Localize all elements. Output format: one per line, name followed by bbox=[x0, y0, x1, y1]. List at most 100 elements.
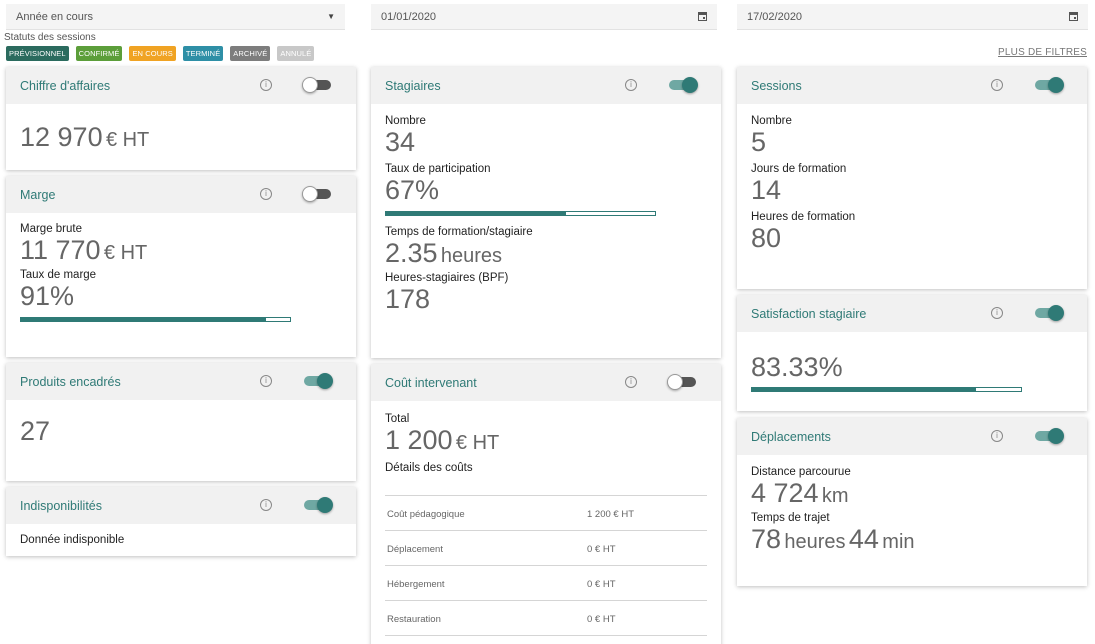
status-chip-annule[interactable]: ANNULÉ bbox=[277, 46, 315, 61]
status-chip-confirme[interactable]: CONFIRMÉ bbox=[75, 46, 123, 61]
card-title: Sessions bbox=[751, 79, 802, 93]
cost-name: Coût pédagogique bbox=[387, 509, 465, 520]
card-header: Satisfaction stagiaire i bbox=[737, 295, 1087, 332]
status-chip-archive[interactable]: ARCHIVÉ bbox=[230, 46, 271, 61]
info-icon[interactable]: i bbox=[991, 430, 1003, 442]
calendar-icon[interactable] bbox=[1069, 10, 1078, 22]
jours-formation-label: Jours de formation bbox=[751, 163, 847, 175]
calendar-icon[interactable] bbox=[698, 10, 707, 22]
card-toggle[interactable] bbox=[1035, 305, 1064, 321]
status-chip-termine[interactable]: TERMINÉ bbox=[182, 46, 224, 61]
cost-value: 0 € HT bbox=[587, 614, 616, 625]
cost-value: 0 € HT bbox=[587, 579, 616, 590]
end-date-input[interactable]: 17/02/2020 bbox=[737, 4, 1088, 30]
card-toggle[interactable] bbox=[669, 77, 698, 93]
satisfaction-progress bbox=[751, 387, 1022, 392]
temps-formation-label: Temps de formation/stagiaire bbox=[385, 226, 533, 238]
card-header: Stagiaires i bbox=[371, 67, 721, 104]
trajet-hours-value: 78 bbox=[751, 524, 782, 554]
period-select[interactable]: Année en cours ▼ bbox=[6, 4, 345, 30]
heures-formation-value: 80 bbox=[751, 223, 782, 253]
card-toggle[interactable] bbox=[302, 77, 331, 93]
card-header: Indisponibilités i bbox=[6, 487, 356, 524]
distance-unit: km bbox=[821, 485, 849, 507]
card-title: Satisfaction stagiaire bbox=[751, 307, 867, 321]
cout-total-value: 1 200 bbox=[385, 425, 453, 455]
jours-formation-value: 14 bbox=[751, 175, 782, 205]
info-icon[interactable]: i bbox=[991, 307, 1003, 319]
card-toggle[interactable] bbox=[1035, 77, 1064, 93]
dropdown-arrow-icon: ▼ bbox=[327, 12, 335, 21]
card-marge: Marge i Marge brute 11 770 € HT Taux de … bbox=[6, 176, 356, 357]
trajet-label: Temps de trajet bbox=[751, 512, 830, 524]
start-date-input[interactable]: 01/01/2020 bbox=[371, 4, 717, 30]
satisfaction-value: 83.33% bbox=[751, 352, 843, 382]
cost-value: 0 € HT bbox=[587, 544, 616, 555]
card-header: Déplacements i bbox=[737, 418, 1087, 455]
card-toggle[interactable] bbox=[1035, 428, 1064, 444]
period-select-value: Année en cours bbox=[16, 11, 94, 23]
card-toggle[interactable] bbox=[304, 373, 333, 389]
taux-participation-progress bbox=[385, 211, 656, 216]
taux-participation-label: Taux de participation bbox=[385, 163, 491, 175]
card-toggle[interactable] bbox=[304, 497, 333, 513]
card-header: Produits encadrés i bbox=[6, 363, 356, 400]
card-header: Sessions i bbox=[737, 67, 1087, 104]
info-icon[interactable]: i bbox=[991, 79, 1003, 91]
stagiaires-nombre-label: Nombre bbox=[385, 115, 426, 127]
status-chip-en-cours[interactable]: EN COURS bbox=[129, 46, 176, 61]
card-title: Coût intervenant bbox=[385, 376, 477, 390]
cost-details-table: Coût pédagogique 1 200 € HT Déplacement 0 … bbox=[385, 495, 707, 637]
card-stagiaires: Stagiaires i Nombre 34 Taux de participa… bbox=[371, 67, 721, 358]
temps-formation-value: 2.35 bbox=[385, 238, 438, 268]
card-indisponibilites: Indisponibilités i Donnée indisponible bbox=[6, 487, 356, 556]
ca-unit: € HT bbox=[105, 129, 150, 151]
cost-name: Déplacement bbox=[387, 544, 443, 555]
distance-value: 4 724 bbox=[751, 478, 819, 508]
sessions-nombre-value: 5 bbox=[751, 127, 767, 157]
sessions-nombre-label: Nombre bbox=[751, 115, 792, 127]
info-icon[interactable]: i bbox=[260, 375, 272, 387]
heures-formation-label: Heures de formation bbox=[751, 211, 856, 223]
status-chip-previsionnel[interactable]: PRÉVISIONNEL bbox=[6, 46, 69, 61]
start-date-value: 01/01/2020 bbox=[381, 11, 437, 23]
card-satisfaction: Satisfaction stagiaire i 83.33% bbox=[737, 295, 1087, 411]
more-filters-link[interactable]: PLUS DE FILTRES bbox=[998, 47, 1087, 58]
indispo-text: Donnée indisponible bbox=[20, 534, 125, 546]
bpf-label: Heures-stagiaires (BPF) bbox=[385, 272, 509, 284]
card-deplacements: Déplacements i Distance parcourue 4 724 … bbox=[737, 418, 1087, 586]
card-toggle[interactable] bbox=[302, 186, 331, 202]
cout-details-label: Détails des coûts bbox=[385, 462, 473, 474]
card-title: Stagiaires bbox=[385, 79, 441, 93]
distance-label: Distance parcourue bbox=[751, 466, 851, 478]
taux-participation-value: 67% bbox=[385, 175, 440, 205]
info-icon[interactable]: i bbox=[260, 79, 272, 91]
card-header: Marge i bbox=[6, 176, 356, 213]
status-chips: PRÉVISIONNEL CONFIRMÉ EN COURS TERMINÉ A… bbox=[6, 46, 315, 61]
ca-value: 12 970 bbox=[20, 122, 103, 152]
info-icon[interactable]: i bbox=[625, 376, 637, 388]
info-icon[interactable]: i bbox=[625, 79, 637, 91]
cost-value: 1 200 € HT bbox=[587, 509, 634, 520]
card-title: Produits encadrés bbox=[20, 375, 121, 389]
card-title: Indisponibilités bbox=[20, 499, 102, 513]
card-header: Chiffre d'affaires i bbox=[6, 67, 356, 104]
info-icon[interactable]: i bbox=[260, 499, 272, 511]
card-title: Marge bbox=[20, 188, 56, 202]
table-row: Hébergement 0 € HT bbox=[385, 565, 707, 600]
card-toggle[interactable] bbox=[667, 374, 696, 390]
end-date-value: 17/02/2020 bbox=[747, 11, 803, 23]
card-cout-intervenant: Coût intervenant i Total 1 200 € HT Déta… bbox=[371, 364, 721, 644]
marge-brute-unit: € HT bbox=[103, 242, 148, 264]
taux-marge-progress bbox=[20, 317, 291, 322]
statuts-label: Statuts des sessions bbox=[4, 32, 96, 43]
cout-total-unit: € HT bbox=[455, 432, 500, 454]
trajet-min-unit: min bbox=[882, 531, 915, 553]
table-row: Restauration 0 € HT bbox=[385, 600, 707, 635]
temps-formation-unit: heures bbox=[440, 245, 503, 267]
info-icon[interactable]: i bbox=[260, 188, 272, 200]
card-title: Chiffre d'affaires bbox=[20, 79, 111, 93]
trajet-hours-unit: heures bbox=[784, 531, 846, 553]
cost-name: Restauration bbox=[387, 614, 441, 625]
card-produits-encadres: Produits encadrés i 27 bbox=[6, 363, 356, 481]
